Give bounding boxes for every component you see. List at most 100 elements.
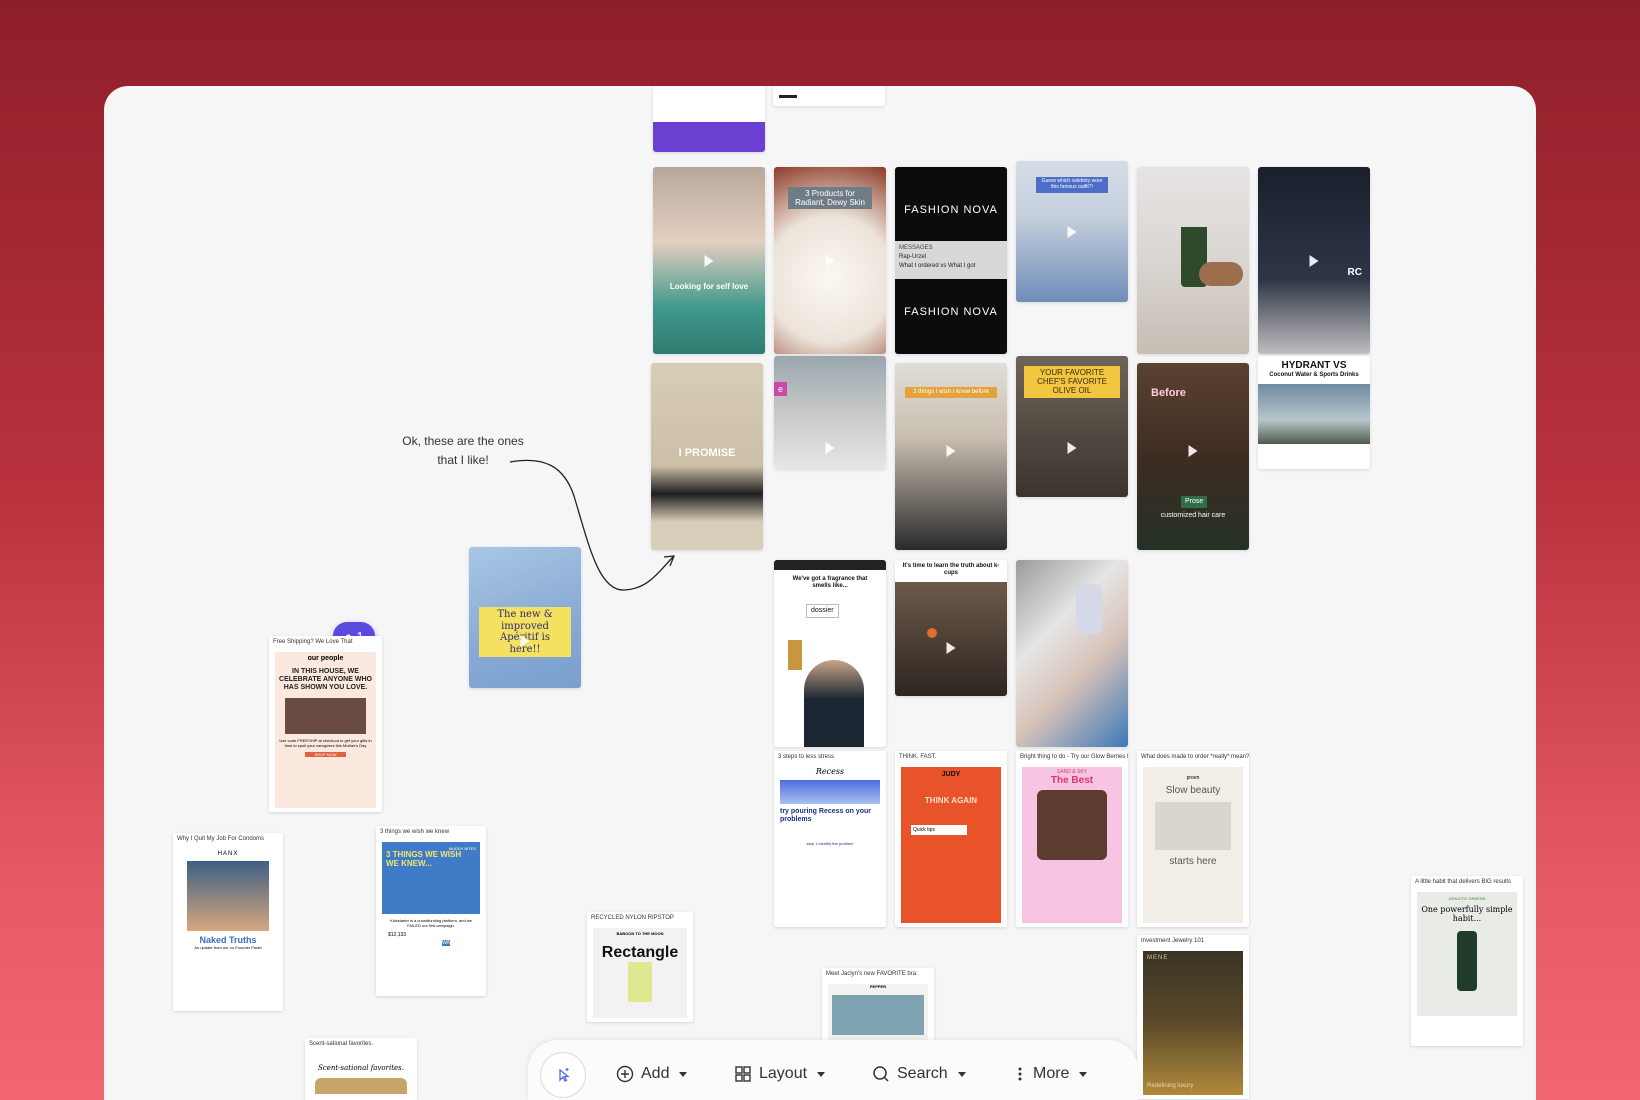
play-icon	[946, 642, 956, 654]
email-cta: SHOP NOW	[305, 752, 346, 758]
video-tile-10[interactable]: YOUR FAVORITE CHEF'S FAVORITE OLIVE OIL	[1016, 356, 1128, 497]
email-subject: RECYCLED NYLON RIPSTOP	[591, 915, 674, 921]
email-brand: our people	[307, 655, 344, 662]
email-body: An update from our co-Founder Farah	[194, 945, 262, 950]
email-brand: ATHLETIC GREENS	[1448, 896, 1486, 901]
caption: Prose	[1181, 496, 1208, 509]
video-tile-15[interactable]: It's time to learn the truth about k-cup…	[895, 560, 1007, 696]
search-icon	[873, 1066, 889, 1082]
search-button[interactable]: Search	[872, 1062, 966, 1086]
email-card-5[interactable]: 3 steps to less stress Recess try pourin…	[774, 751, 886, 927]
partial-email-top-1[interactable]	[653, 86, 765, 152]
email-headline: Rectangle	[601, 944, 679, 961]
email-brand: proen	[1186, 775, 1200, 781]
search-label: Search	[897, 1065, 948, 1082]
more-label: More	[1033, 1065, 1070, 1082]
email-subject: Meet Jaclyn's new FAVORITE bra.	[826, 971, 918, 977]
cursor-sparkle-icon	[559, 1068, 570, 1082]
email-card-4[interactable]: RECYCLED NYLON RIPSTOP BABOON TO THE MOO…	[587, 912, 693, 1022]
play-icon	[825, 254, 835, 267]
caption: Before	[1151, 387, 1186, 399]
email-card-7[interactable]: Bright thing to do - Try our Glow Berrie…	[1016, 751, 1128, 927]
email-headline: IN THIS HOUSE, WE CELEBRATE ANYONE WHO H…	[279, 668, 372, 692]
note-line-1: Ok, these are the ones	[402, 434, 524, 448]
connector-arrow[interactable]	[504, 456, 704, 596]
video-tile-6[interactable]: RC	[1258, 167, 1370, 354]
play-icon	[1067, 225, 1077, 238]
email-brand: MENE	[1147, 955, 1169, 961]
email-subject: Scent-sational favorites.	[309, 1041, 374, 1047]
email-headline: Scent-sational favorites.	[317, 1064, 404, 1072]
play-icon	[520, 635, 530, 647]
email-brand: BABOON TO THE MOON	[616, 931, 664, 936]
caption: What I ordered vs What I got	[899, 263, 976, 269]
video-tile-14[interactable]: We've got a fragrance that smells like..…	[774, 560, 886, 747]
email-card-9[interactable]: Investment Jewelry 101 MENE Redefining l…	[1137, 935, 1249, 1099]
video-tile-1[interactable]: Looking for self love	[653, 167, 765, 354]
chevron-down-icon	[679, 1071, 688, 1077]
video-tile-12[interactable]: HYDRANT VS Coconut Water & Sports Drinks	[1258, 356, 1370, 469]
email-subject: THINK. FAST.	[899, 754, 937, 760]
email-card-12[interactable]: A little habit that delivers BIG results…	[1411, 876, 1523, 1046]
layout-button[interactable]: Layout	[734, 1062, 826, 1086]
email-sub: starts here	[1169, 856, 1217, 867]
partial-email-top-2[interactable]	[773, 86, 885, 106]
email-headline: Naked Truths	[199, 935, 257, 945]
caption: YOUR FAVORITE CHEF'S FAVORITE OLIVE OIL	[1024, 366, 1120, 398]
caption: Guess which celebrity wore this famous o…	[1036, 177, 1108, 193]
caption: dossier	[806, 604, 839, 619]
play-icon	[825, 442, 835, 454]
caption: It's time to learn the truth about k-cup…	[902, 563, 1000, 576]
email-subject: Bright thing to do - Try our Glow Berrie…	[1020, 754, 1128, 760]
email-body: Kickstarter is a crowdfunding platform, …	[390, 918, 472, 928]
email-subject: A little habit that delivers BIG results	[1415, 879, 1512, 885]
video-tile-2[interactable]: 3 Products for Radiant, Dewy Skin	[774, 167, 886, 354]
video-tile-4[interactable]: Guess which celebrity wore this famous o…	[1016, 161, 1128, 302]
email-card-10[interactable]: Meet Jaclyn's new FAVORITE bra. PEPPER	[822, 968, 934, 1050]
email-body: Use code FREESHIP at checkout to get you…	[279, 738, 372, 749]
whiteboard-canvas[interactable]: Looking for self love 3 Products for Rad…	[104, 86, 1536, 1100]
email-headline: THINK AGAIN	[924, 796, 978, 805]
email-body: Redefining luxury	[1147, 1083, 1194, 1089]
caption: We've got a fragrance that smells like..…	[784, 574, 876, 592]
email-card-2[interactable]: Why I Quit My Job For Condoms HANX Naked…	[173, 833, 283, 1011]
more-button[interactable]: More	[1014, 1062, 1088, 1086]
caption: Coconut Water & Sports Drinks	[1269, 372, 1359, 378]
video-tile-9[interactable]: 3 things I wish I knew before	[895, 363, 1007, 550]
email-subject: Free Shipping? We Love That	[273, 639, 353, 645]
plus-circle-icon	[616, 1065, 634, 1083]
chevron-down-icon	[817, 1071, 826, 1077]
email-card-3[interactable]: 3 things we wish we knew MUDDY BITES 3 T…	[376, 826, 486, 996]
email-headline: One powerfully simple habit...	[1421, 905, 1513, 923]
email-subject: Why I Quit My Job For Condoms	[177, 836, 265, 842]
email-subject: 3 things we wish we knew	[380, 829, 450, 835]
cursor-tool-button[interactable]	[540, 1052, 586, 1098]
email-headline: Slow beauty	[1165, 785, 1221, 796]
email-brand: Recess	[815, 767, 845, 776]
play-icon	[1067, 442, 1077, 454]
caption: 3 Products for Radiant, Dewy Skin	[788, 187, 872, 210]
brand-logo: FASHION NOVA	[904, 204, 998, 216]
video-tile-16[interactable]	[1016, 560, 1128, 747]
email-headline: The Best	[1050, 775, 1094, 786]
bottom-toolbar: Add Layout Search More	[528, 1040, 1138, 1100]
email-card-6[interactable]: THINK. FAST. JUDY THINK AGAIN Quick tips	[895, 751, 1007, 927]
video-tile-8[interactable]: e	[774, 356, 886, 469]
email-card-8[interactable]: What does made to order *really* mean? p…	[1137, 751, 1249, 927]
email-brand: PEPPER	[869, 984, 887, 989]
email-card-11[interactable]: Scent-sational favorites. Scent-sational…	[305, 1038, 417, 1100]
email-subject: Investment Jewelry 101	[1141, 938, 1205, 944]
add-button[interactable]: Add	[616, 1062, 688, 1086]
play-icon	[704, 254, 714, 267]
video-tile-3[interactable]: FASHION NOVA MESSAGES Rap-Urzel What I o…	[895, 167, 1007, 354]
email-card-1[interactable]: Free Shipping? We Love That our people I…	[269, 636, 382, 812]
video-tile-5[interactable]	[1137, 167, 1249, 354]
caption: customized hair care	[1160, 512, 1226, 519]
chevron-down-icon	[1079, 1071, 1088, 1077]
email-body: try pouring Recess on your problems	[780, 808, 872, 823]
video-tile-11[interactable]: Before Prose customized hair care	[1137, 363, 1249, 550]
caption: The new & improved Apéritif is here!!	[479, 607, 571, 657]
chevron-down-icon	[957, 1071, 966, 1077]
brand-logo: FASHION NOVA	[904, 306, 998, 318]
email-subject: What does made to order *really* mean?	[1141, 754, 1249, 760]
